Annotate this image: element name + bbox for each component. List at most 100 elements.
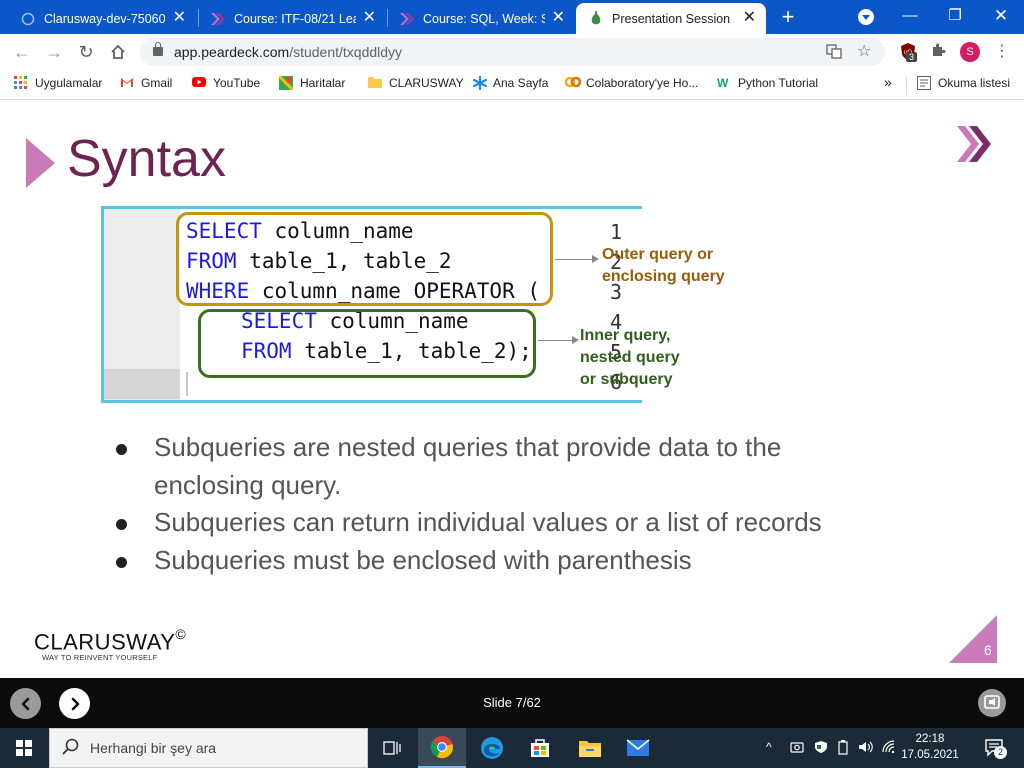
speaker-settings-icon (984, 695, 1000, 709)
volume-icon[interactable] (858, 740, 874, 757)
close-window-button[interactable]: ✕ (978, 4, 1024, 28)
logo-tagline: WAY TO REINVENT YOURSELF (42, 653, 158, 662)
bookmark-colaboratory[interactable]: Colaboratory'ye Ho... (564, 76, 698, 90)
restore-button[interactable]: ❐ (932, 4, 978, 28)
wifi-icon[interactable] (882, 740, 898, 757)
mail-icon (626, 739, 650, 756)
notification-count: 2 (994, 746, 1007, 759)
search-icon (62, 738, 80, 761)
url-text: app.peardeck.com/student/txqddldyy (174, 44, 403, 60)
forward-button[interactable]: → (42, 40, 66, 64)
inner-query-label: Inner query, nested query or subquery (580, 327, 680, 388)
bookmark-gmail[interactable]: Gmail (120, 76, 172, 90)
show-hidden-icons-button[interactable]: ^ (766, 740, 772, 754)
notifications-button[interactable]: 2 (984, 738, 1007, 761)
tab-title: Clarusway-dev-750608 (44, 11, 166, 26)
audio-settings-button[interactable] (978, 689, 1006, 717)
clarusway-chevron-logo-icon (957, 126, 991, 162)
tab-course-itf[interactable]: Course: ITF-08/21 Learn ✕ (198, 3, 386, 34)
bookmarks-bar: Uygulamalar Gmail YouTube Haritalar CLAR… (0, 70, 1024, 100)
bookmark-apps[interactable]: Uygulamalar (14, 76, 102, 90)
new-tab-button[interactable]: + (778, 5, 798, 29)
bookmark-clarusway-folder[interactable]: CLARUSWAY (368, 76, 464, 90)
reading-list-button[interactable]: Okuma listesi (917, 76, 1010, 90)
close-icon[interactable]: ✕ (363, 9, 376, 27)
folder-icon (368, 76, 382, 90)
camera-icon[interactable] (790, 740, 804, 757)
bookmark-star-icon[interactable]: ☆ (857, 41, 871, 61)
slide-indicator: Slide 7/62 (483, 695, 541, 710)
taskbar-store[interactable] (516, 728, 564, 768)
colab-icon (564, 76, 582, 90)
tab-search-icon[interactable] (858, 9, 874, 25)
bullet-list: Subqueries are nested queries that provi… (110, 429, 930, 579)
bookmarks-divider (906, 76, 907, 94)
defender-shield-icon[interactable] (814, 740, 828, 757)
lock-icon (153, 42, 163, 56)
reading-list-icon (917, 76, 931, 90)
bookmark-ana-sayfa[interactable]: Ana Sayfa (472, 75, 548, 91)
windows-search-box[interactable]: Herhangi bir şey ara (49, 728, 368, 768)
windows-taskbar: Herhangi bir şey ara ^ 22:18 17.05.2021 … (0, 728, 1024, 768)
extension-badge: 3 (906, 52, 918, 62)
bullet-item: Subqueries must be enclosed with parenth… (110, 542, 930, 580)
battery-icon[interactable] (838, 740, 848, 758)
task-view-icon (383, 741, 401, 755)
outer-query-label: Outer query or enclosing query (602, 246, 725, 285)
back-button[interactable]: ← (10, 40, 34, 64)
store-bag-icon (531, 739, 549, 757)
bookmark-maps[interactable]: Haritalar (277, 74, 345, 92)
clock-date: 17.05.2021 (901, 749, 959, 761)
windows-start-icon[interactable] (16, 740, 32, 756)
system-clock[interactable]: 22:18 17.05.2021 (900, 731, 960, 763)
edge-icon (481, 737, 503, 759)
profile-avatar[interactable]: S (960, 42, 980, 62)
slide-title: Syntax (67, 130, 226, 188)
tab-clarusway-dev[interactable]: Clarusway-dev-750608 ✕ (8, 3, 196, 34)
taskbar-file-explorer[interactable] (566, 728, 614, 768)
tab-presentation-session[interactable]: Presentation Session St ✕ (576, 3, 766, 34)
slide: Syntax 1 2 3 4 5 6 SELECT column_name FR… (0, 101, 1024, 678)
page-number: 6 (984, 642, 992, 658)
loading-circle-icon (20, 11, 36, 27)
tab-title: Course: SQL, Week: Sub (423, 11, 545, 26)
clarusway-chevron-icon (210, 11, 226, 27)
text-caret (186, 372, 188, 396)
minimize-button[interactable]: — (887, 4, 933, 28)
task-view-button[interactable] (368, 728, 416, 768)
current-line-highlight (104, 369, 180, 399)
menu-kebab-icon[interactable]: ⋮ (990, 40, 1014, 64)
maps-icon (277, 74, 295, 92)
bookmark-python-tutorial[interactable]: W Python Tutorial (717, 76, 818, 90)
arrow-head-icon (572, 336, 579, 344)
ublock-extension-icon[interactable]: uO 3 (898, 42, 918, 67)
title-arrow-icon (26, 138, 55, 188)
translate-icon[interactable] (826, 43, 842, 62)
home-button[interactable] (106, 40, 130, 64)
bullet-item: Subqueries can return individual values … (110, 504, 930, 542)
taskbar-chrome[interactable] (418, 728, 466, 768)
tab-course-sql[interactable]: Course: SQL, Week: Sub ✕ (387, 3, 575, 34)
gmail-icon (120, 76, 134, 90)
bookmark-youtube[interactable]: YouTube (192, 76, 260, 90)
tab-title: Presentation Session St (612, 11, 734, 26)
home-icon (111, 44, 125, 59)
browser-toolbar: ← → ↻ app.peardeck.com/student/txqddldyy… (0, 34, 1024, 70)
taskbar-edge[interactable] (468, 728, 516, 768)
bookmarks-overflow-button[interactable]: » (884, 74, 892, 90)
peardeck-student-bar: Slide 7/62 (0, 678, 1024, 728)
bullet-item: Subqueries are nested queries that provi… (110, 429, 850, 504)
close-icon[interactable]: ✕ (743, 9, 756, 27)
extensions-puzzle-icon[interactable] (930, 42, 946, 63)
chrome-icon (430, 736, 453, 759)
address-bar[interactable]: app.peardeck.com/student/txqddldyy ☆ (140, 38, 885, 66)
pear-deck-icon (588, 10, 604, 27)
asterisk-icon (472, 75, 488, 91)
arrow-head-icon (592, 255, 599, 263)
taskbar-mail[interactable] (614, 728, 662, 768)
reload-button[interactable]: ↻ (74, 40, 98, 64)
close-icon[interactable]: ✕ (173, 9, 186, 27)
close-icon[interactable]: ✕ (552, 9, 565, 27)
youtube-icon (192, 76, 206, 90)
clarusway-chevron-icon (399, 11, 415, 27)
